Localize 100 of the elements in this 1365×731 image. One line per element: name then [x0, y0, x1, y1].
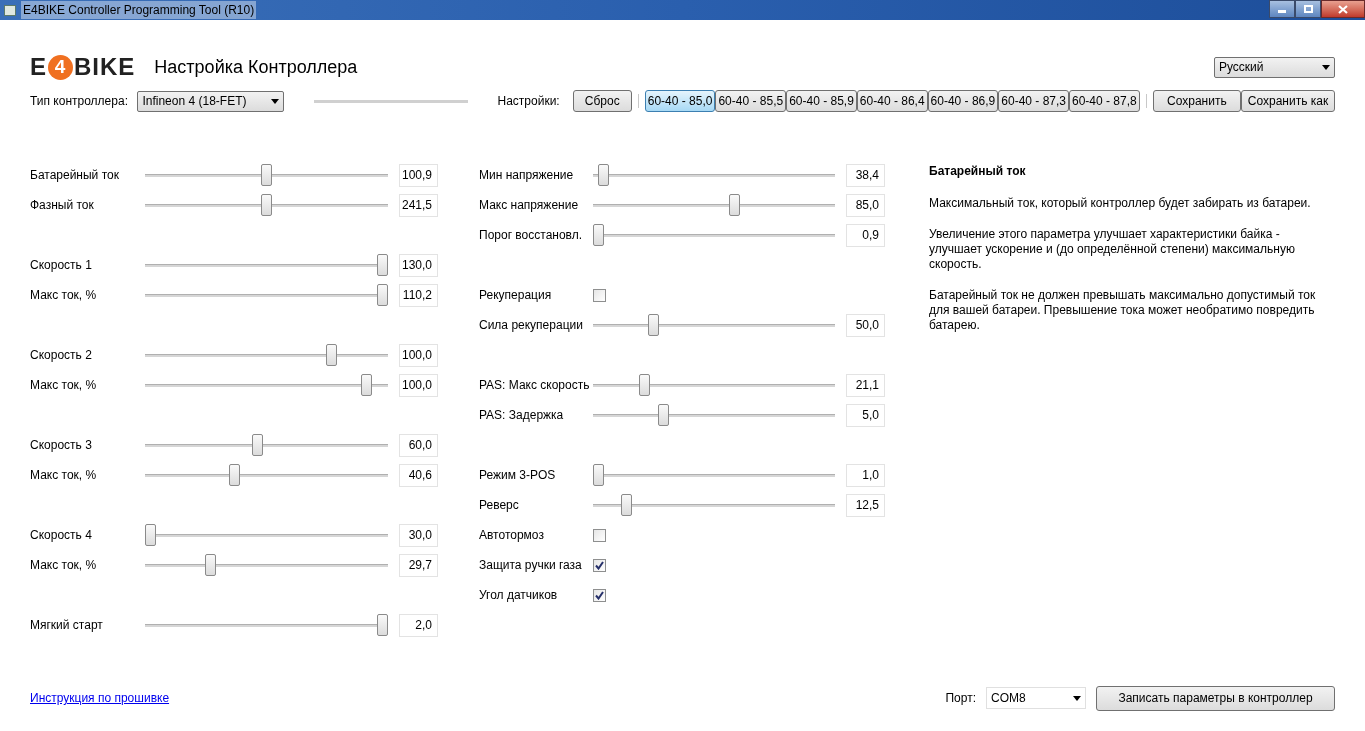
slider-track[interactable]	[145, 464, 388, 486]
value-field[interactable]: 100,0	[399, 343, 438, 367]
slider-track[interactable]	[593, 404, 835, 426]
help-title: Батарейный ток	[929, 163, 1027, 180]
field-label: Скорость 3	[30, 437, 93, 454]
window-title: E4BIKE Controller Programming Tool (R10)	[21, 1, 257, 19]
slider-track[interactable]	[145, 254, 388, 276]
slider-track[interactable]	[593, 164, 835, 186]
slider-thumb[interactable]	[261, 194, 272, 216]
field-label: PAS: Макс скорость	[479, 377, 591, 394]
slider-thumb[interactable]	[377, 254, 388, 276]
preset-button[interactable]: 60-40 - 85,5	[715, 90, 787, 112]
field-label: Сила рекуперации	[479, 317, 584, 334]
preset-button[interactable]: 60-40 - 85,0	[644, 90, 716, 112]
slider-thumb[interactable]	[325, 344, 337, 366]
save-as-button[interactable]: Сохранить как	[1241, 90, 1335, 112]
slider-track[interactable]	[145, 524, 388, 546]
value-field[interactable]: 60,0	[399, 433, 438, 457]
preset-button[interactable]: 60-40 - 87,8	[1069, 90, 1140, 112]
slider-track[interactable]	[145, 554, 388, 576]
value-field[interactable]: 30,0	[399, 523, 438, 547]
field-label: Макс напряжение	[479, 197, 580, 214]
firmware-instructions-link[interactable]: Инструкция по прошивке	[30, 689, 170, 707]
value-field[interactable]: 100,0	[399, 373, 438, 397]
slider-thumb[interactable]	[377, 614, 388, 636]
value-field[interactable]: 1,0	[846, 463, 885, 487]
slider-track[interactable]	[593, 464, 835, 486]
port-dropdown[interactable]: COM8	[986, 687, 1086, 709]
settings-label: Настройки:	[497, 93, 560, 110]
maximize-button[interactable]	[1295, 0, 1321, 18]
value-field[interactable]: 5,0	[846, 403, 885, 427]
save-button[interactable]: Сохранить	[1152, 90, 1242, 112]
slider-track[interactable]	[145, 434, 388, 456]
value-field[interactable]: 50,0	[846, 313, 885, 337]
slider-thumb[interactable]	[593, 464, 604, 486]
checkbox[interactable]	[593, 558, 606, 572]
slider-thumb[interactable]	[593, 224, 604, 246]
slider-track[interactable]	[145, 164, 388, 186]
field-label: Автотормоз	[479, 527, 545, 544]
slider-track[interactable]	[593, 224, 835, 246]
slider-track[interactable]	[145, 284, 388, 306]
slider-thumb[interactable]	[729, 194, 741, 216]
preset-button[interactable]: 60-40 - 87,3	[998, 90, 1069, 112]
reset-button[interactable]: Сброс	[572, 90, 632, 112]
checkbox[interactable]	[593, 588, 606, 602]
field-label: Макс ток, %	[30, 377, 98, 394]
slider-track[interactable]	[593, 494, 835, 516]
checkbox[interactable]	[593, 288, 606, 302]
slider-thumb[interactable]	[228, 464, 240, 486]
slider-thumb[interactable]	[377, 284, 388, 306]
value-field[interactable]: 21,1	[846, 373, 885, 397]
slider-thumb[interactable]	[261, 164, 272, 186]
slider-thumb[interactable]	[145, 524, 156, 546]
caret-icon	[1073, 695, 1081, 701]
slider-track[interactable]	[593, 314, 835, 336]
preset-button[interactable]: 60-40 - 85,9	[786, 90, 857, 112]
field-label: Угол датчиков	[479, 587, 559, 604]
field-label: Скорость 4	[30, 527, 93, 544]
slider-thumb[interactable]	[657, 404, 669, 426]
slider-thumb[interactable]	[205, 554, 217, 576]
value-field[interactable]: 0,9	[846, 223, 885, 247]
help-paragraph: Увеличение этого параметра улучшает характеристики байка - улучшает ускорение и (до определённой степени) максимальную скорость.	[929, 227, 1296, 272]
field-label: Скорость 2	[30, 347, 93, 364]
checkbox[interactable]	[593, 528, 606, 542]
slider-thumb[interactable]	[639, 374, 651, 396]
slider-thumb[interactable]	[251, 434, 263, 456]
slider-thumb[interactable]	[620, 494, 632, 516]
preset-button[interactable]: 60-40 - 86,4	[856, 90, 928, 112]
language-dropdown[interactable]: Русский	[1214, 56, 1335, 78]
preset-button[interactable]: 60-40 - 86,9	[927, 90, 999, 112]
slider-thumb[interactable]	[648, 314, 660, 336]
minimize-button[interactable]	[1269, 0, 1295, 18]
value-field[interactable]: 100,9	[399, 163, 438, 187]
slider-track[interactable]	[593, 374, 835, 396]
value-field[interactable]: 85,0	[846, 193, 885, 217]
value-field[interactable]: 12,5	[846, 493, 885, 517]
close-icon	[1338, 4, 1348, 14]
value-field[interactable]: 130,0	[399, 253, 438, 277]
write-parameters-button[interactable]: Записать параметры в контроллер	[1096, 685, 1335, 711]
controller-type-dropdown[interactable]: Infineon 4 (18-FET)	[137, 90, 285, 112]
slider-track[interactable]	[145, 614, 388, 636]
field-label: Макс ток, %	[30, 557, 98, 574]
field-label: Защита ручки газа	[479, 557, 583, 574]
slider-thumb[interactable]	[597, 164, 609, 186]
close-button[interactable]	[1321, 0, 1365, 18]
slider-thumb[interactable]	[360, 374, 372, 396]
value-field[interactable]: 40,6	[399, 463, 438, 487]
value-field[interactable]: 241,5	[399, 193, 438, 217]
slider-track[interactable]	[593, 194, 835, 216]
slider-track[interactable]	[145, 344, 388, 366]
field-label: Мин напряжение	[479, 167, 575, 184]
value-field[interactable]: 2,0	[399, 613, 438, 637]
value-field[interactable]: 110,2	[399, 283, 438, 307]
field-label: Макс ток, %	[30, 287, 98, 304]
check-icon	[595, 590, 604, 600]
help-paragraph: Максимальный ток, который контроллер будет забирать из батареи.	[929, 196, 1312, 211]
value-field[interactable]: 38,4	[846, 163, 885, 187]
value-field[interactable]: 29,7	[399, 553, 438, 577]
slider-track[interactable]	[145, 194, 388, 216]
slider-track[interactable]	[145, 374, 388, 396]
